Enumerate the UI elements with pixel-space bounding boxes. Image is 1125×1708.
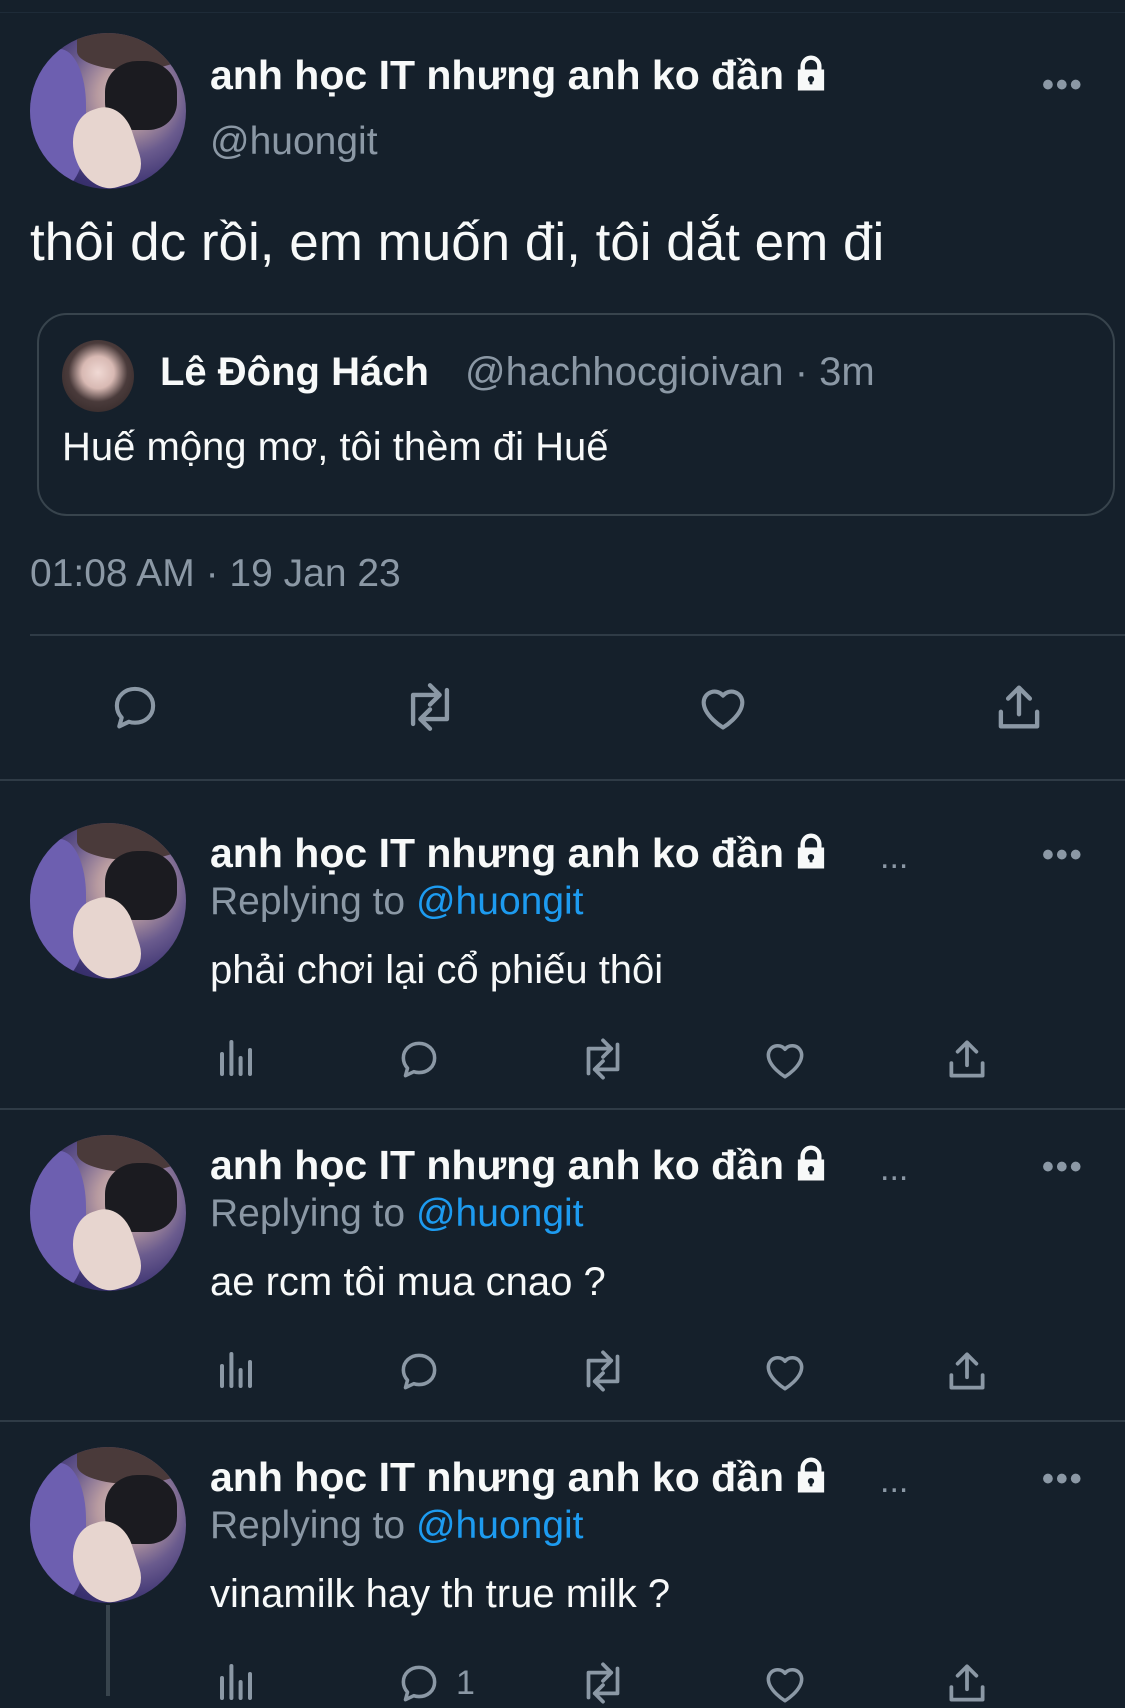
name-truncation: ...: [880, 1462, 909, 1500]
retweet-icon[interactable]: [574, 1346, 632, 1396]
reply-text: vinamilk hay th true milk ?: [210, 1572, 671, 1616]
top-edge: [0, 0, 1125, 13]
share-icon[interactable]: [942, 1034, 992, 1084]
retweet-icon[interactable]: [574, 1658, 632, 1708]
replying-to-label: Replying to @huongit: [210, 1504, 584, 1548]
like-icon[interactable]: [760, 1346, 810, 1396]
like-icon[interactable]: [694, 678, 752, 736]
quoted-author-meta: @hachhocgioivan · 3m: [465, 350, 875, 394]
divider: [0, 1108, 1125, 1110]
quoted-author-avatar: [62, 340, 134, 412]
replying-to-mention[interactable]: @huongit: [416, 1192, 584, 1235]
reply-author-avatar[interactable]: [30, 1135, 186, 1291]
retweet-icon[interactable]: [396, 678, 464, 736]
replying-to-mention[interactable]: @huongit: [416, 1504, 584, 1547]
reply-count: 1: [456, 1664, 475, 1702]
reply-author-avatar[interactable]: [30, 1447, 186, 1603]
tweet-timestamp[interactable]: 01:08 AM · 19 Jan 23: [30, 552, 401, 596]
reply-icon[interactable]: [394, 1034, 444, 1084]
reply-icon[interactable]: [106, 678, 164, 736]
reply-icon[interactable]: [394, 1346, 444, 1396]
author-avatar[interactable]: [30, 33, 186, 189]
more-options-icon[interactable]: •••: [1042, 836, 1084, 875]
quoted-author-name: Lê Đông Hách: [160, 350, 429, 394]
reply-text: ae rcm tôi mua cnao ?: [210, 1260, 606, 1304]
share-icon[interactable]: [990, 678, 1048, 736]
divider: [30, 634, 1125, 636]
quoted-tweet[interactable]: [37, 313, 1115, 516]
reply-author-avatar[interactable]: [30, 823, 186, 979]
share-icon[interactable]: [942, 1346, 992, 1396]
reply-author-name: anh học IT nhưng anh ko đần: [210, 1142, 785, 1188]
tweet-text: thôi dc rồi, em muốn đi, tôi dắt em đi: [30, 213, 885, 272]
reply-author-name: anh học IT nhưng anh ko đần: [210, 1454, 785, 1500]
views-icon[interactable]: [212, 1658, 260, 1706]
more-options-icon[interactable]: •••: [1042, 1148, 1084, 1187]
lock-icon: [790, 1454, 832, 1506]
author-handle[interactable]: @huongit: [210, 120, 378, 164]
divider: [0, 1420, 1125, 1422]
replying-to-prefix: Replying to: [210, 1192, 406, 1235]
quoted-tweet-text: Huế mộng mơ, tôi thèm đi Huế: [62, 425, 609, 469]
lock-icon: [790, 830, 832, 882]
replying-to-label: Replying to @huongit: [210, 1192, 584, 1236]
name-truncation: ...: [880, 1150, 909, 1188]
name-truncation: ...: [880, 838, 909, 876]
views-icon[interactable]: [212, 1346, 260, 1394]
retweet-icon[interactable]: [574, 1034, 632, 1084]
like-icon[interactable]: [760, 1658, 810, 1708]
reply-icon[interactable]: [394, 1658, 444, 1708]
lock-icon: [790, 1142, 832, 1194]
reply-author-name: anh học IT nhưng anh ko đần: [210, 830, 785, 876]
replying-to-prefix: Replying to: [210, 880, 406, 923]
divider: [0, 779, 1125, 781]
more-options-icon[interactable]: •••: [1042, 1460, 1084, 1499]
reply-text: phải chơi lại cổ phiếu thôi: [210, 948, 664, 992]
reply-author-name-row[interactable]: anh học IT nhưng anh ko đần: [210, 1454, 832, 1506]
like-icon[interactable]: [760, 1034, 810, 1084]
more-options-icon[interactable]: •••: [1042, 66, 1084, 105]
share-icon[interactable]: [942, 1658, 992, 1708]
lock-icon: [790, 52, 832, 104]
replying-to-label: Replying to @huongit: [210, 880, 584, 924]
reply-author-name-row[interactable]: anh học IT nhưng anh ko đần: [210, 1142, 832, 1194]
thread-connector: [106, 1605, 110, 1696]
replying-to-mention[interactable]: @huongit: [416, 880, 584, 923]
reply-author-name-row[interactable]: anh học IT nhưng anh ko đần: [210, 830, 832, 882]
replying-to-prefix: Replying to: [210, 1504, 406, 1547]
author-name: anh học IT nhưng anh ko đần: [210, 52, 785, 98]
views-icon[interactable]: [212, 1034, 260, 1082]
author-name-row[interactable]: anh học IT nhưng anh ko đần: [210, 52, 832, 104]
